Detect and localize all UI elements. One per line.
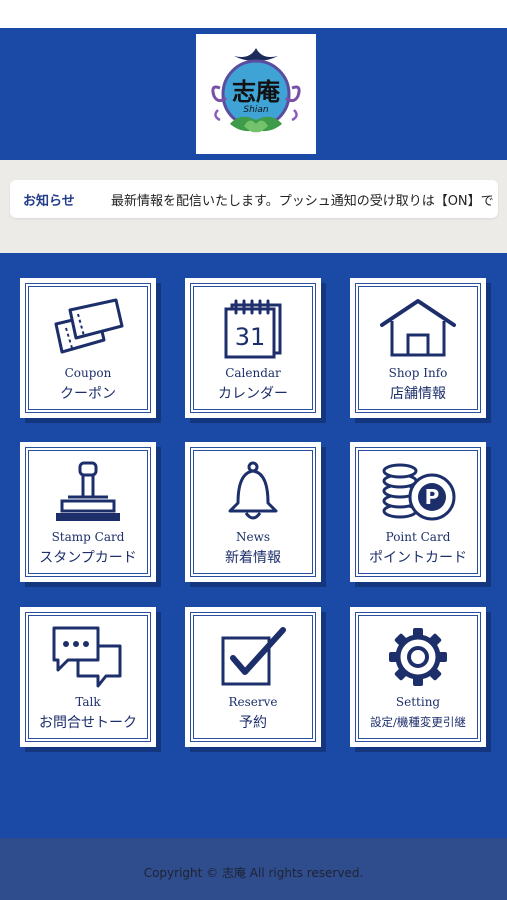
menu-tile-point-card[interactable]: P Point Card ポイントカード [350, 442, 486, 582]
notice-section: お知らせ 最新情報を配信いたします。プッシュ通知の受け取りは【ON】で [0, 160, 507, 253]
menu-tile-shop-info[interactable]: Shop Info 店舗情報 [350, 278, 486, 418]
shop-logo: 志庵 Shian [196, 34, 316, 154]
gear-icon [350, 621, 486, 693]
tile-label-en: Stamp Card [51, 530, 125, 544]
point-coins-icon: P [350, 456, 486, 528]
tile-label-jp: 店舗情報 [390, 386, 446, 402]
svg-text:31: 31 [235, 323, 266, 351]
menu-tile-news[interactable]: News 新着情報 [185, 442, 321, 582]
tile-label-jp: カレンダー [218, 386, 288, 402]
tile-label-jp: 設定/機種変更引継 [370, 715, 466, 729]
tile-label-jp: 新着情報 [225, 550, 281, 566]
tile-label-en: News [235, 530, 271, 544]
shop-house-icon [350, 292, 486, 364]
bell-icon [185, 456, 321, 528]
logo-emblem-icon: 志庵 Shian [211, 48, 301, 133]
tile-label-jp: お問合せトーク [39, 715, 137, 731]
tile-label-en: Calendar [225, 366, 281, 380]
menu-tile-calendar[interactable]: 31 Calendar カレンダー [185, 278, 321, 418]
app-header: 志庵 Shian [0, 28, 507, 160]
menu-tile-coupon[interactable]: Coupon クーポン [20, 278, 156, 418]
menu-tile-setting[interactable]: Setting 設定/機種変更引継 [350, 607, 486, 747]
notice-ticker[interactable]: お知らせ 最新情報を配信いたします。プッシュ通知の受け取りは【ON】で [10, 180, 498, 218]
menu-tile-reserve[interactable]: Reserve 予約 [185, 607, 321, 747]
menu-tile-stamp-card[interactable]: Stamp Card スタンプカード [20, 442, 156, 582]
tile-label-jp: クーポン [60, 386, 116, 402]
notice-label: お知らせ [23, 194, 75, 209]
tile-label-en: Shop Info [388, 366, 448, 380]
copyright-text: Copyright © 志庵 All rights reserved. [143, 866, 364, 880]
svg-text:Shian: Shian [243, 105, 268, 115]
svg-text:P: P [425, 485, 440, 509]
checkbox-icon [185, 621, 321, 693]
calendar-icon: 31 [185, 292, 321, 364]
tile-label-en: Point Card [385, 530, 451, 544]
footer: Copyright © 志庵 All rights reserved. [0, 838, 507, 900]
tile-label-en: Setting [395, 695, 441, 709]
tile-label-en: Talk [75, 695, 101, 709]
tile-label-en: Coupon [64, 366, 112, 380]
tile-label-jp: ポイントカード [369, 550, 467, 566]
menu-tile-talk[interactable]: Talk お問合せトーク [20, 607, 156, 747]
status-area [0, 0, 507, 28]
chat-bubbles-icon [20, 621, 156, 693]
menu-grid: Coupon クーポン 31 Calendar カレンダー Shop Info … [0, 253, 507, 838]
notice-message: 最新情報を配信いたします。プッシュ通知の受け取りは【ON】で [111, 194, 494, 209]
tile-label-jp: スタンプカード [39, 550, 137, 566]
tile-label-jp: 予約 [239, 715, 267, 731]
stamp-icon [20, 456, 156, 528]
tile-label-en: Reserve [228, 695, 278, 709]
svg-text:志庵: 志庵 [232, 77, 281, 106]
coupon-ticket-icon [20, 292, 156, 364]
